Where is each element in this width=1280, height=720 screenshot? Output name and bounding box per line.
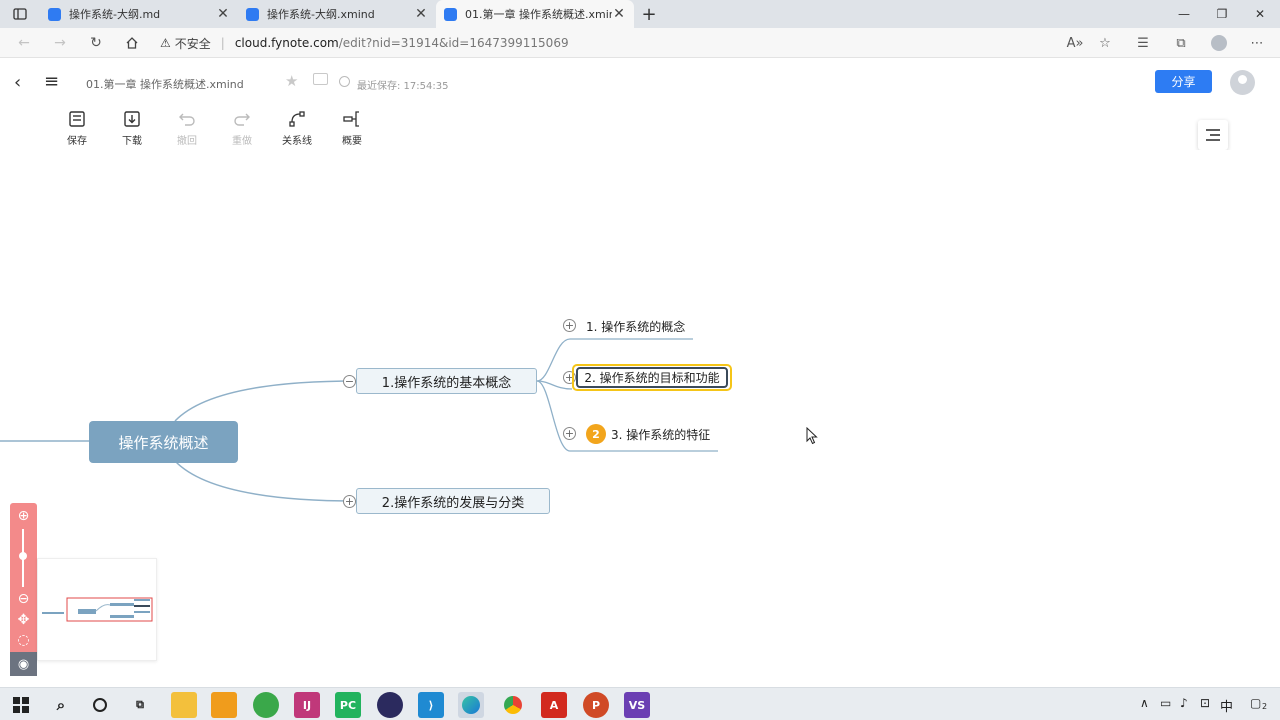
fit-center-icon[interactable]: ◌ — [10, 632, 37, 648]
topic-development-classification[interactable]: 2.操作系统的发展与分类 — [356, 488, 550, 514]
vscode-icon[interactable]: ⟩ — [418, 692, 444, 718]
network-icon[interactable]: ⊡ — [1200, 696, 1210, 710]
root-topic[interactable]: 操作系统概述 — [89, 421, 238, 463]
expand-plus-icon[interactable]: + — [563, 427, 576, 440]
visual-studio-icon[interactable]: VS — [624, 692, 650, 718]
pycharm-icon[interactable]: PC — [335, 692, 361, 718]
minimap[interactable] — [37, 558, 157, 661]
notification-icon[interactable]: ▢ — [1250, 696, 1261, 710]
ime-indicator[interactable]: 中 — [1220, 696, 1233, 715]
acrobat-icon[interactable]: A — [541, 692, 567, 718]
zoom-slider-handle[interactable] — [19, 552, 27, 560]
zoom-in-icon[interactable]: ⊕ — [10, 508, 37, 524]
eclipse-icon[interactable] — [377, 692, 403, 718]
mindmap-connectors — [0, 338, 718, 502]
minimap-preview — [42, 597, 153, 622]
mouse-cursor-icon — [806, 426, 818, 449]
notification-count: 2 — [1262, 702, 1268, 711]
windows-start-icon[interactable] — [8, 692, 34, 718]
priority-badge-icon: 2 — [586, 424, 606, 444]
battery-icon[interactable]: ▭ — [1160, 696, 1171, 710]
expand-plus-icon[interactable]: + — [343, 495, 356, 508]
task-view-icon[interactable]: ⧉ — [127, 692, 153, 718]
move-canvas-icon[interactable]: ✥ — [10, 612, 37, 628]
app-green-icon[interactable] — [253, 692, 279, 718]
powerpoint-icon[interactable]: P — [583, 692, 609, 718]
edge-icon[interactable] — [458, 692, 484, 718]
search-icon[interactable]: ⌕ — [48, 692, 74, 718]
eye-icon[interactable]: ◉ — [10, 652, 37, 676]
file-explorer-icon[interactable] — [171, 692, 197, 718]
expand-plus-icon[interactable]: + — [563, 319, 576, 332]
windows-taskbar: ⌕ ⧉ IJ PC ⟩ A P VS ∧ ▭ ♪ ⊡ 中 ▢ 2 — [0, 687, 1280, 720]
chrome-icon[interactable] — [500, 692, 526, 718]
zoom-out-icon[interactable]: ⊖ — [10, 591, 37, 607]
topic-basic-concepts[interactable]: 1.操作系统的基本概念 — [356, 368, 537, 394]
subtopic-os-goals-functions[interactable]: 2. 操作系统的目标和功能 — [576, 367, 728, 388]
sublime-icon[interactable] — [211, 692, 237, 718]
subtopic-os-concept[interactable]: 1. 操作系统的概念 — [586, 318, 685, 335]
volume-icon[interactable]: ♪ — [1180, 696, 1188, 710]
collapse-minus-icon[interactable]: − — [343, 375, 356, 388]
zoom-control-panel: ⊕ ⊖ ✥ ◌ ◉ — [10, 503, 37, 676]
subtopic-os-features[interactable]: 3. 操作系统的特征 — [611, 426, 710, 443]
chevron-up-icon[interactable]: ∧ — [1140, 696, 1149, 710]
cortana-icon[interactable] — [87, 692, 113, 718]
intellij-icon[interactable]: IJ — [294, 692, 320, 718]
